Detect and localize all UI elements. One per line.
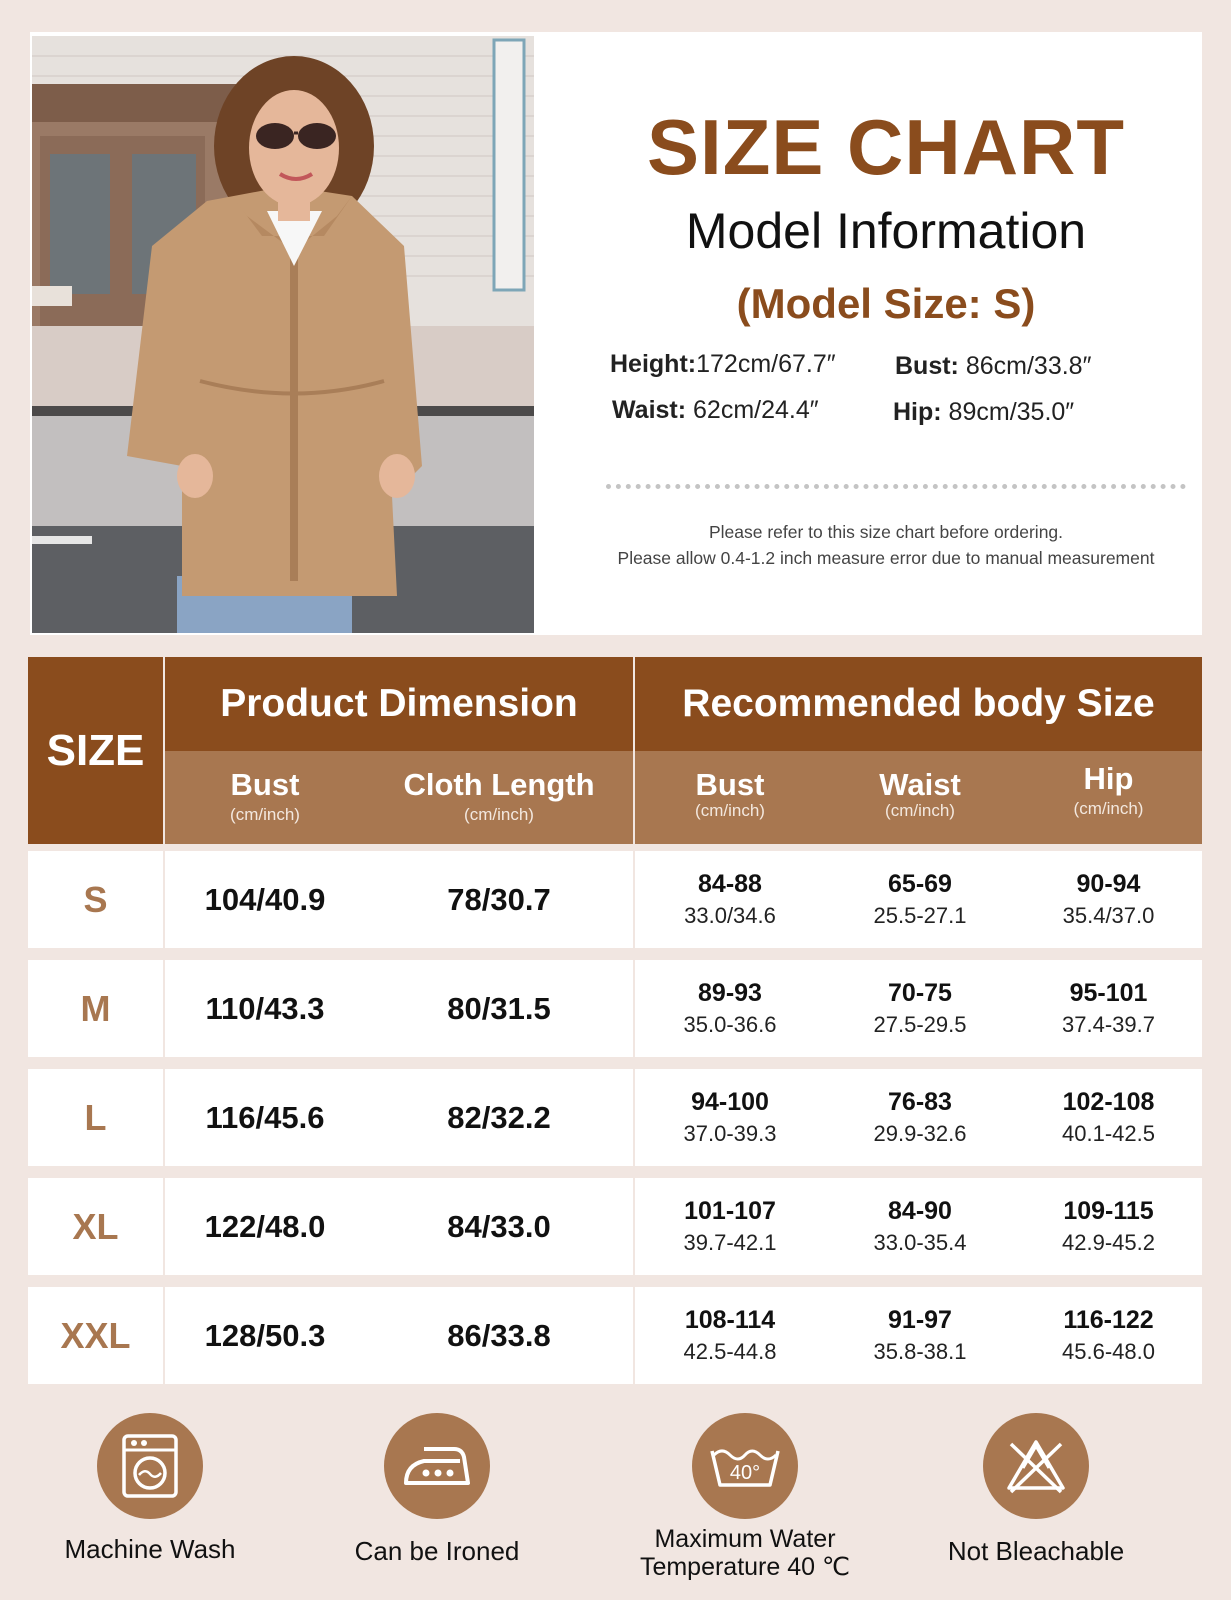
cloth-length: 86/33.8 [447,1317,551,1353]
body-hip: 109-115 42.9-45.2 [1062,1196,1155,1255]
care-machine-wash: Machine Wash [0,1413,300,1564]
body-hip: 90-94 35.4/37.0 [1062,869,1155,928]
body-bust: 89-93 35.0-36.6 [683,978,777,1037]
col-header-body-bust: Bust (cm/inch) [695,767,765,820]
care-label: Machine Wash [64,1534,236,1564]
model-hip: Hip: 89cm/35.0″ [893,398,1075,426]
body-hip: 116-122 45.6-48.0 [1062,1305,1155,1364]
size-label: S [83,878,108,920]
table-row-m: M 110/43.3 80/31.5 89-93 35.0-36.6 70-75 2… [28,960,1202,1057]
body-hip: 102-108 40.1-42.5 [1062,1087,1155,1146]
note-line-2: Please allow 0.4-1.2 inch measure error … [617,548,1155,568]
body-waist: 65-69 25.5-27.1 [873,869,967,928]
care-no-bleach: Not Bleachable [886,1413,1186,1566]
body-waist: 84-90 33.0-35.4 [873,1196,967,1255]
body-waist: 91-97 35.8-38.1 [873,1305,967,1364]
svg-text:40°: 40° [730,1462,760,1484]
body-waist: 76-83 29.9-32.6 [873,1087,967,1146]
care-iron: Can be Ironed [287,1413,587,1566]
model-size: (Model Size: S) [736,280,1036,327]
dotted-divider [606,484,1186,489]
size-label: XXL [60,1314,131,1356]
model-bust: Bust: 86cm/33.8″ [895,352,1092,380]
page-title: SIZE CHART [647,103,1125,191]
note-line-1: Please refer to this size chart before o… [708,522,1064,542]
model-info-panel: SIZE CHART Model Information (Model Size… [570,32,1202,635]
body-hip: 95-101 37.4-39.7 [1062,978,1155,1037]
model-photo-illustration [32,36,534,633]
table-row-s: S 104/40.9 78/30.7 84-88 33.0/34.6 65-69 2… [28,851,1202,948]
table-row-l: L 116/45.6 82/32.2 94-100 37.0-39.3 76-83… [28,1069,1202,1166]
model-info-heading: Model Information [685,203,1087,259]
product-bust: 116/45.6 [205,1099,325,1135]
model-waist: Waist: 62cm/24.4″ [612,396,819,424]
wash-40-icon: 40° [692,1413,798,1519]
care-label: Can be Ironed [354,1536,520,1566]
size-label: XL [72,1205,119,1247]
care-water-temp: 40° Maximum Water Temperature 40 ℃ [595,1413,895,1581]
col-header-cloth-length: Cloth Length (cm/inch) [403,767,595,824]
column-divider [163,657,165,1384]
col-header-waist: Waist (cm/inch) [879,767,961,820]
table-row-xxl: XXL 128/50.3 86/33.8 108-114 42.5-44.8 91… [28,1287,1202,1384]
model-height: Height:172cm/67.7″ [610,350,836,378]
cloth-length: 82/32.2 [447,1099,551,1135]
col-header-hip: Hip (cm/inch) [1073,761,1144,818]
no-bleach-icon [983,1413,1089,1519]
product-bust: 104/40.9 [204,881,326,917]
body-bust: 108-114 42.5-44.8 [683,1305,777,1364]
body-bust: 101-107 39.7-42.1 [683,1196,777,1255]
size-column-header: SIZE [28,657,163,844]
product-dimension-header: Product Dimension [165,657,633,751]
size-label: M [80,987,111,1029]
size-label: L [84,1096,107,1138]
model-photo [32,36,534,633]
body-bust: 84-88 33.0/34.6 [684,869,776,928]
col-header-bust: Bust (cm/inch) [230,767,300,824]
product-bust: 110/43.3 [205,990,325,1026]
product-bust: 128/50.3 [204,1317,326,1353]
care-label: Not Bleachable [947,1536,1125,1566]
care-label: Maximum Water Temperature 40 ℃ [639,1525,851,1581]
product-bust: 122/48.0 [204,1208,326,1244]
cloth-length: 84/33.0 [447,1208,551,1244]
cloth-length: 80/31.5 [447,990,551,1026]
product-subheader: Bust (cm/inch) Cloth Length (cm/inch) [165,751,633,844]
recommended-body-size-header: Recommended body Size [635,657,1202,751]
cloth-length: 78/30.7 [447,881,551,917]
table-row-xl: XL 122/48.0 84/33.0 101-107 39.7-42.1 84-… [28,1178,1202,1275]
column-divider [633,657,635,1384]
body-bust: 94-100 37.0-39.3 [683,1087,777,1146]
top-panel: SIZE CHART Model Information (Model Size… [30,32,1202,635]
recommended-subheader: Bust (cm/inch) Waist (cm/inch) Hip (cm/i… [635,751,1202,844]
washing-machine-icon [97,1413,203,1519]
iron-icon [384,1413,490,1519]
body-waist: 70-75 27.5-29.5 [873,978,967,1037]
